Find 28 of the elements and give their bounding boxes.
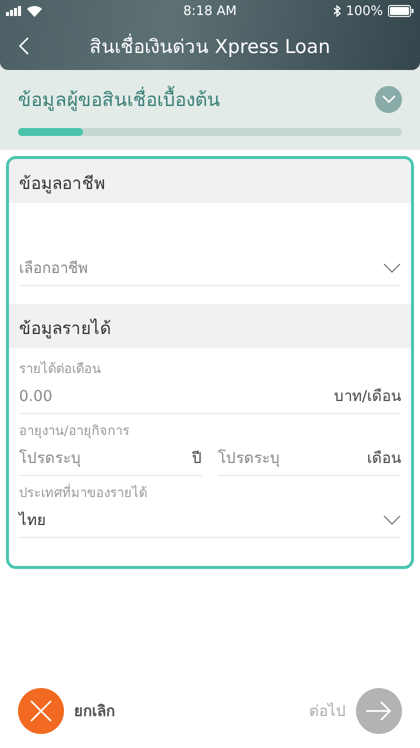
- input-field[interactable]: โปรดระบุ: [19, 449, 192, 467]
- close-icon: [18, 688, 64, 734]
- field-label: ประเทศที่มาของรายได้: [19, 482, 401, 503]
- page-title: สินเชื่อเงินด่วน Xpress Loan: [50, 31, 370, 61]
- signal-icon: [6, 6, 22, 16]
- battery-percent: 100%: [346, 4, 383, 18]
- battery-icon: [388, 5, 414, 17]
- unit-label: บาท/เดือน: [334, 386, 401, 407]
- section-title: ข้อมูลอาชีพ: [19, 174, 105, 194]
- chevron-icon: [382, 95, 396, 103]
- cancel-button[interactable]: ยกเลิก: [18, 688, 115, 734]
- unit-label: เดือน: [367, 448, 401, 469]
- dropdown-field[interactable]: เลือกอาชีพ: [19, 251, 401, 286]
- field-label: รายได้ต่อเดือน: [19, 360, 102, 379]
- bluetooth-icon: [332, 5, 341, 17]
- arrow-right-icon: [356, 688, 402, 734]
- chevron-icon: [383, 263, 401, 273]
- status-time: 8:18 AM: [183, 4, 237, 18]
- unit-label: ปี: [192, 448, 202, 469]
- section-title: ข้อมูลรายได้: [19, 319, 111, 339]
- input-field[interactable]: 0.00: [19, 387, 334, 405]
- back-icon: [18, 37, 29, 55]
- field-label: อายุงาน/อายุกิจการ: [19, 423, 130, 441]
- wifi-icon: [27, 6, 42, 16]
- input-field[interactable]: โปรดระบุ: [218, 449, 367, 467]
- dropdown-field[interactable]: ไทย: [19, 503, 401, 538]
- chevron-icon: [383, 515, 401, 525]
- step-title: ข้อมูลผู้ขอสินเชื่อเบื้องต้น: [18, 84, 220, 114]
